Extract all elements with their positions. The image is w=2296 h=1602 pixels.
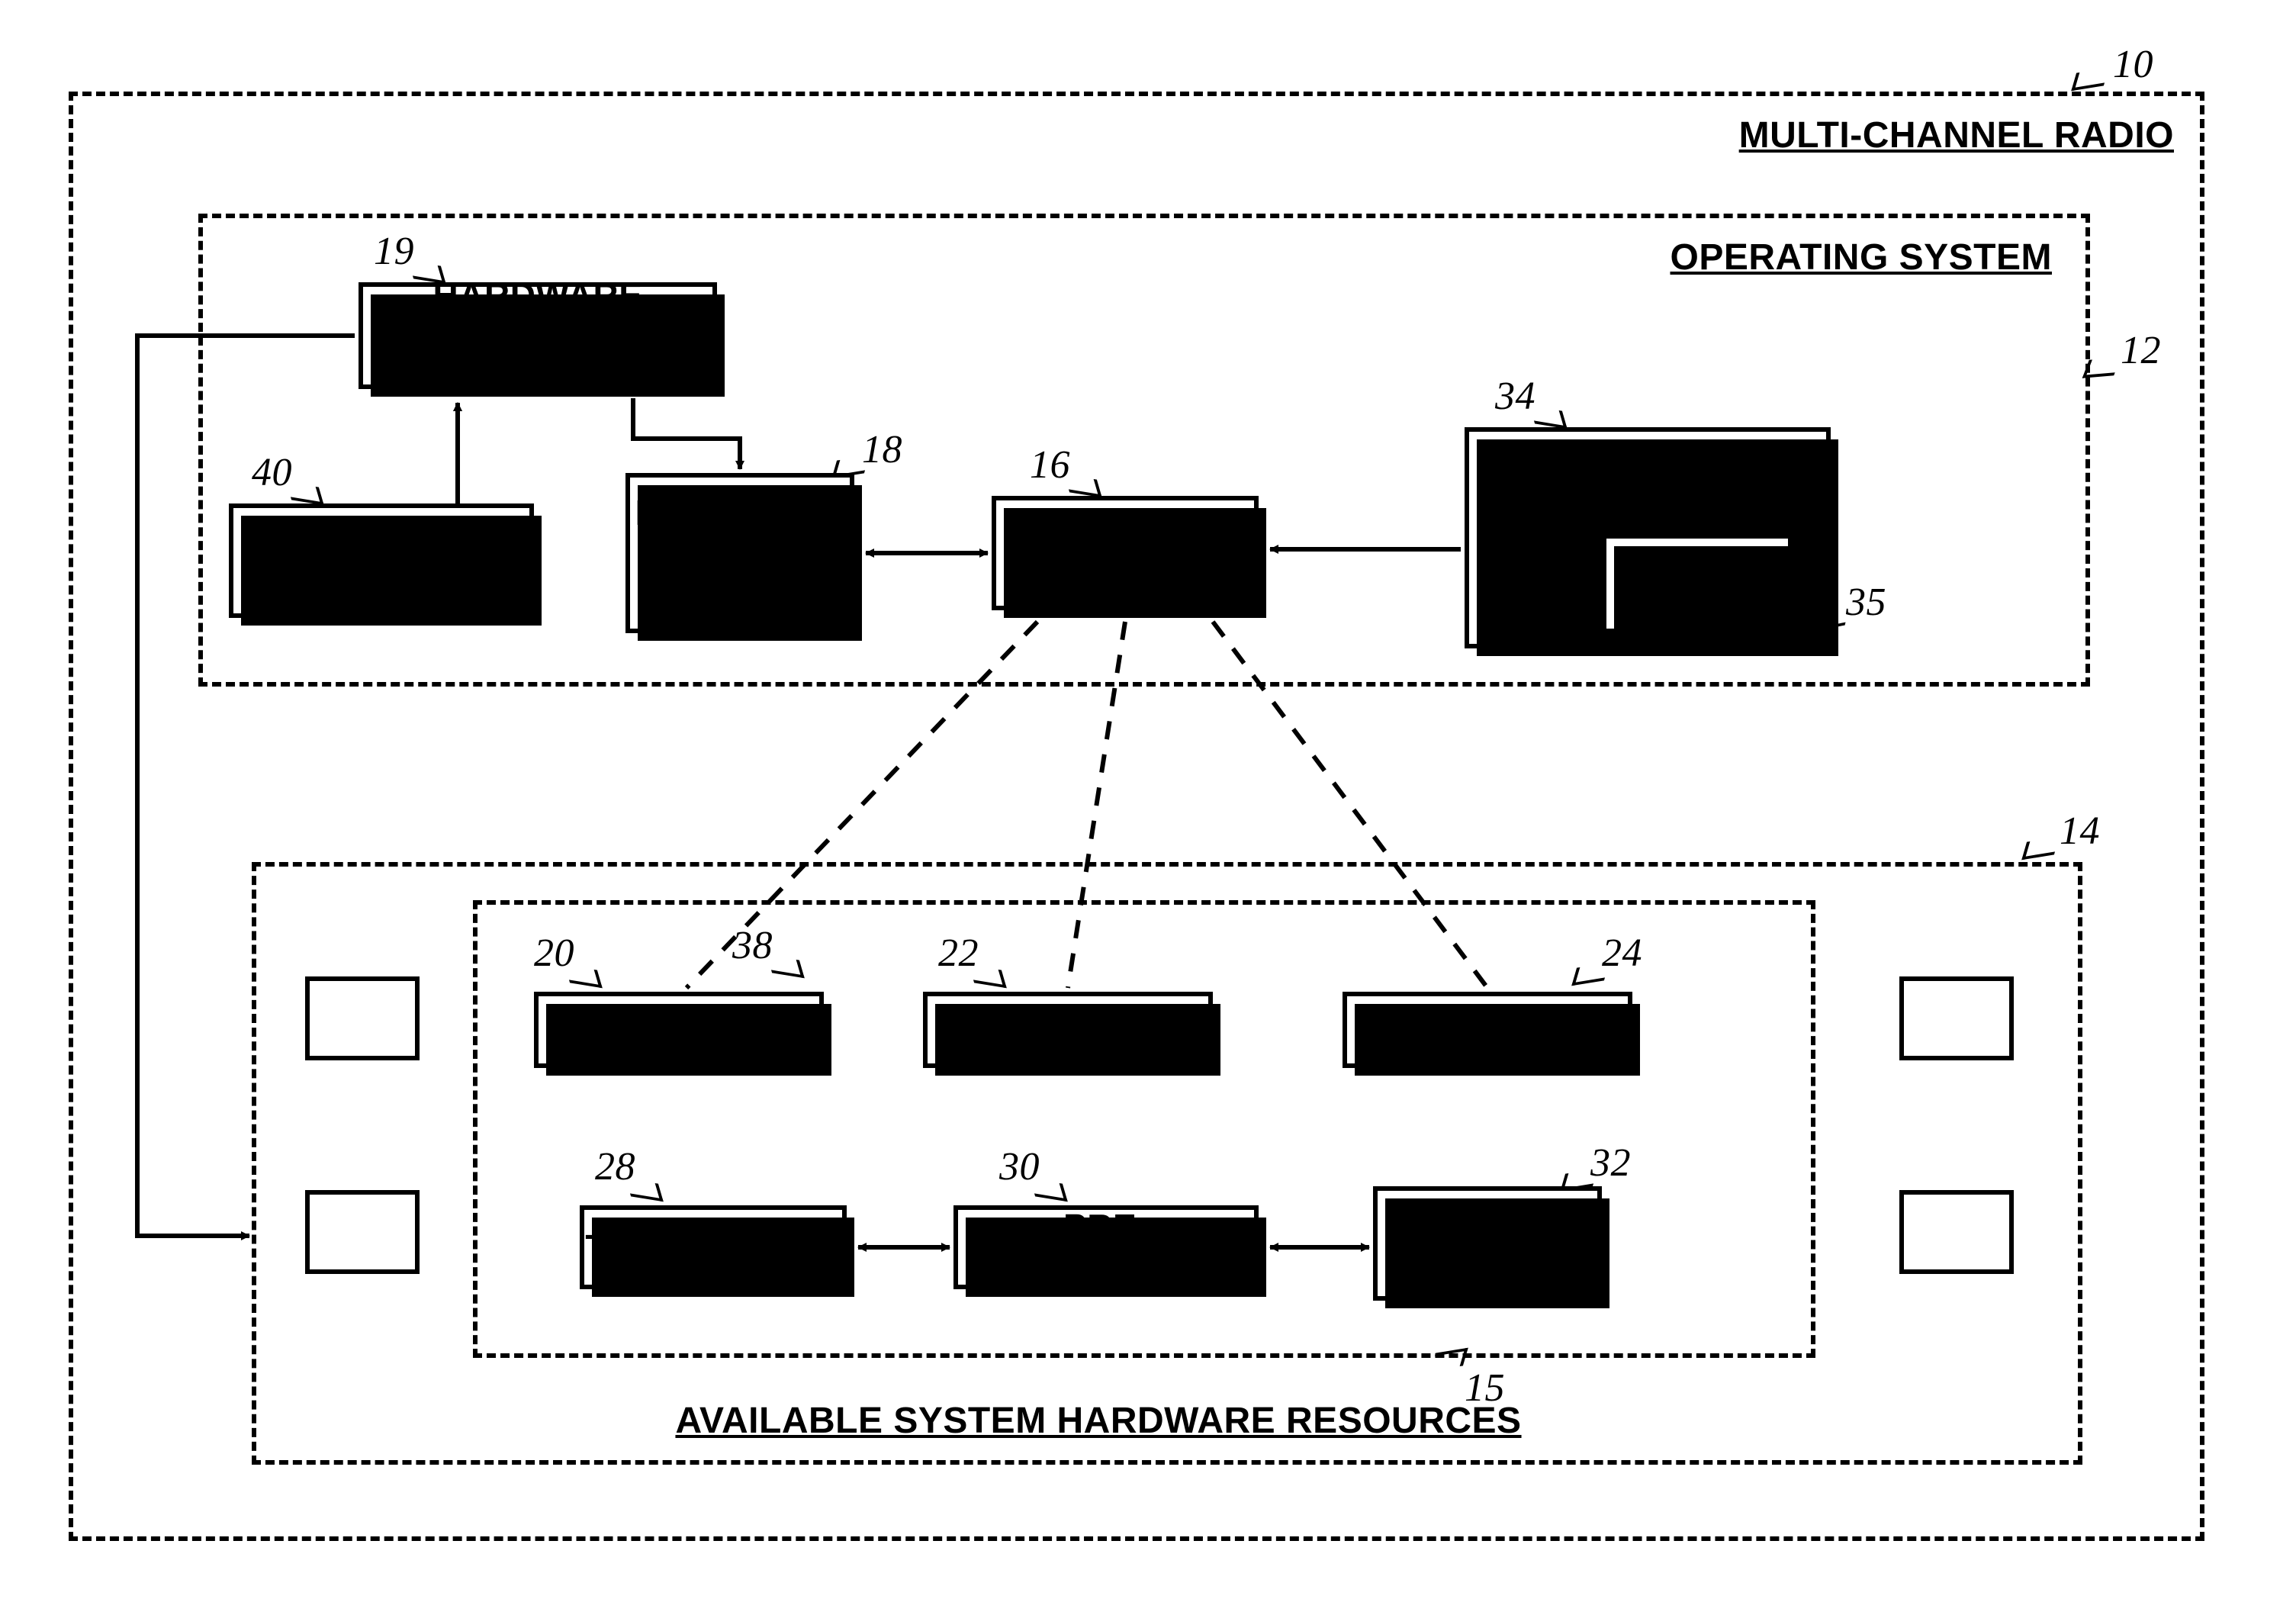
appmgr-label: APPLICATION MANAGER	[1005, 513, 1245, 594]
xcvr-label: TRANSCEIVER	[585, 1227, 841, 1268]
transceiver-box: TRANSCEIVER	[580, 1205, 847, 1289]
ref-19: 19	[374, 229, 414, 274]
ref-32: 32	[1590, 1140, 1631, 1185]
ref-14: 14	[2060, 809, 2100, 854]
ref-40: 40	[252, 450, 292, 495]
ref-10: 10	[2113, 42, 2153, 87]
ref-35: 35	[1846, 580, 1886, 625]
apps3-label: APPLICATIONS	[1355, 1010, 1619, 1050]
applications-box-3: APPLICATIONS	[1343, 992, 1632, 1068]
appspec-label: APPLICATION SPECIFICATION	[1481, 450, 1814, 531]
applications-box-2: APPLICATIONS	[923, 992, 1213, 1068]
presel-label: PRE-SELECTOR	[970, 1207, 1242, 1288]
ref-38: 38	[732, 923, 773, 968]
side-box-right-top	[1899, 976, 2014, 1060]
hrm-label: HARDWARE RESOURCE MANAGER	[635, 493, 845, 614]
ref-24: 24	[1602, 931, 1642, 976]
virtual-objects-box: VIRTUAL OBJECTS	[1602, 534, 1793, 633]
vobj-label: VIRTUAL OBJECTS	[1613, 543, 1782, 624]
side-box-left-top	[305, 976, 420, 1060]
ref-12: 12	[2121, 328, 2161, 373]
hardware-resource-manager-box: HARDWARE RESOURCE MANAGER	[625, 473, 854, 633]
hardware-resource-identifier-box: HARDWARE RESOURCE IDENTIFIER	[359, 282, 717, 389]
operating-system-title: OPERATING SYSTEM	[1671, 236, 2053, 278]
tick-10	[2071, 68, 2108, 92]
multi-channel-radio-title: MULTI-CHANNEL RADIO	[1739, 114, 2174, 156]
applications-box-1: APPLICATIONS	[534, 992, 824, 1068]
ref-15: 15	[1465, 1366, 1505, 1411]
apps2-label: APPLICATIONS	[936, 1010, 1199, 1050]
application-manager-box: APPLICATION MANAGER	[992, 496, 1259, 610]
pa-label: POWER AMPLIFIER	[1390, 1203, 1585, 1284]
side-box-right-bottom	[1899, 1190, 2014, 1274]
hardware-resources-title: AVAILABLE SYSTEM HARDWARE RESOURCES	[641, 1400, 1556, 1442]
pre-selector-box: PRE-SELECTOR	[953, 1205, 1259, 1289]
hwspec-label: HARDWARE SPECIFICATION	[245, 520, 518, 601]
hardware-specification-box: HARDWARE SPECIFICATION	[229, 503, 534, 618]
diagram-canvas: MULTI-CHANNEL RADIO 10 OPERATING SYSTEM …	[0, 0, 2296, 1602]
ref-18: 18	[862, 427, 902, 472]
ref-34: 34	[1495, 374, 1535, 419]
apps1-label: APPLICATIONS	[547, 1010, 810, 1050]
hri-label: HARDWARE RESOURCE IDENTIFIER	[375, 275, 700, 397]
power-amplifier-box: POWER AMPLIFIER	[1373, 1186, 1602, 1301]
ref-16: 16	[1030, 442, 1070, 487]
side-box-left-bottom	[305, 1190, 420, 1274]
